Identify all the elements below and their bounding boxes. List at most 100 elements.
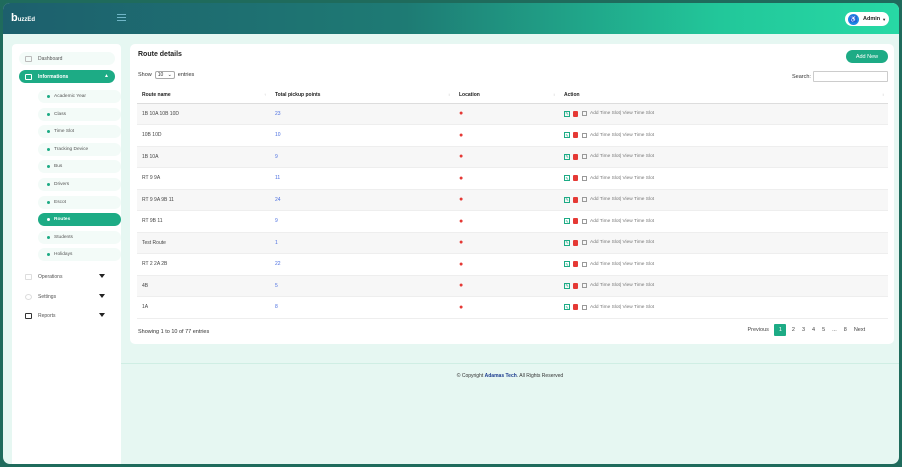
menu-toggle-icon[interactable] <box>117 14 126 21</box>
pickup-count-link[interactable]: 24 <box>270 189 454 211</box>
sidebar-item-settings[interactable]: Settings <box>19 290 115 303</box>
time-slot-links[interactable]: Add Time Slot| View Time Slot <box>590 111 654 116</box>
pagination-previous-button[interactable]: Previous <box>748 327 769 333</box>
time-slot-links[interactable]: Add Time Slot| View Time Slot <box>590 262 654 267</box>
location-pin-icon[interactable]: ● <box>459 153 463 160</box>
sidebar-item-dashboard[interactable]: Dashboard <box>19 52 115 65</box>
pagination-page-button[interactable]: 4 <box>812 327 815 333</box>
location-pin-icon[interactable]: ● <box>459 282 463 289</box>
location-pin-icon[interactable]: ● <box>459 175 463 182</box>
location-pin-icon[interactable]: ● <box>459 218 463 225</box>
pickup-count-link[interactable]: 1 <box>270 232 454 254</box>
sidebar-subitem-holidays[interactable]: Holidays <box>38 248 121 262</box>
sidebar-item-informations[interactable]: Informations ▲ <box>19 70 115 83</box>
sidebar-subitem-label: Tracking Device <box>54 146 89 152</box>
sidebar-subitem-class[interactable]: Class <box>38 107 121 121</box>
sidebar-subitem-routes[interactable]: Routes <box>38 213 121 227</box>
sidebar-subitem-label: Class <box>54 111 66 117</box>
edit-icon[interactable]: ✎ <box>564 175 570 182</box>
logo[interactable]: b uzzEd <box>11 12 35 24</box>
edit-icon[interactable]: ✎ <box>564 261 570 268</box>
trash-icon[interactable] <box>573 175 578 182</box>
sidebar-subitem-label: Routes <box>54 217 71 223</box>
time-slot-links[interactable]: Add Time Slot| View Time Slot <box>590 154 654 159</box>
sidebar-subitem-drivers[interactable]: Drivers <box>38 178 121 191</box>
edit-icon[interactable]: ✎ <box>564 218 570 225</box>
location-pin-icon[interactable]: ● <box>459 132 463 139</box>
sidebar-subitem-label: Drivers <box>54 182 70 187</box>
trash-icon[interactable] <box>573 153 578 160</box>
sidebar-subitem-tracking-device[interactable]: Tracking Device <box>38 142 121 156</box>
edit-icon[interactable]: ✎ <box>564 196 570 203</box>
entries-select[interactable]: 10 ⌄ <box>154 71 175 79</box>
pagination: Previous 1 2 3 4 5... 8 Next <box>744 324 869 336</box>
sidebar-subitem-bus[interactable]: Bus <box>38 160 121 174</box>
column-header-total-pickup-points[interactable]: Total pickup points ↕ <box>270 88 454 104</box>
action-cell: ✎ Add Time Slot| View Time Slot <box>559 275 888 297</box>
trash-icon[interactable] <box>573 110 578 117</box>
pickup-count-link[interactable]: 9 <box>270 210 454 233</box>
pickup-count-link[interactable]: 23 <box>270 103 454 125</box>
time-slot-links[interactable]: Add Time Slot| View Time Slot <box>590 240 654 245</box>
trash-icon[interactable] <box>573 218 578 225</box>
company-name[interactable]: Adamas Tech <box>485 373 517 379</box>
sidebar-item-reports[interactable]: Reports <box>19 309 115 322</box>
pickup-count-link[interactable]: 22 <box>270 253 454 276</box>
pagination-page-button[interactable]: 3 <box>802 327 805 333</box>
add-new-button[interactable]: Add New <box>846 50 888 63</box>
pagination-page-button[interactable]: ... <box>832 327 837 333</box>
time-slot-links[interactable]: Add Time Slot| View Time Slot <box>590 305 654 310</box>
edit-icon[interactable]: ✎ <box>564 304 570 311</box>
pickup-count-link[interactable]: 5 <box>270 275 454 297</box>
pagination-page-button[interactable]: 8 <box>844 327 847 333</box>
edit-icon[interactable]: ✎ <box>564 239 570 246</box>
pickup-count-link[interactable]: 11 <box>270 167 454 190</box>
location-pin-icon[interactable]: ● <box>459 239 463 246</box>
pagination-page-button[interactable]: 2 <box>792 327 795 333</box>
location-cell: ● <box>454 146 559 168</box>
pagination-page-button[interactable]: 1 <box>774 324 787 336</box>
search-input[interactable] <box>812 71 888 82</box>
trash-icon[interactable] <box>573 304 578 311</box>
clock-icon <box>582 240 587 246</box>
time-slot-links[interactable]: Add Time Slot| View Time Slot <box>590 283 654 288</box>
entries-select-value: 10 <box>157 72 164 78</box>
admin-label: Admin <box>863 16 881 22</box>
sidebar-subitem-academic-year[interactable]: Academic Year <box>38 90 121 103</box>
sidebar-subitem-time-slot[interactable]: Time Slot <box>38 125 121 139</box>
pagination-next-button[interactable]: Next <box>854 327 865 333</box>
trash-icon[interactable] <box>573 132 578 139</box>
location-pin-icon[interactable]: ● <box>459 196 463 203</box>
pagination-page-button[interactable]: 5 <box>822 327 825 333</box>
time-slot-links[interactable]: Add Time Slot| View Time Slot <box>590 197 654 202</box>
clock-icon <box>582 197 587 203</box>
trash-icon[interactable] <box>573 282 578 289</box>
sidebar-subitem-escot[interactable]: Escot <box>38 195 121 209</box>
clock-icon <box>582 283 587 289</box>
sidebar-item-operations[interactable]: Operations <box>19 270 115 283</box>
admin-menu-button[interactable]: ♿ Admin ▼ <box>845 12 889 26</box>
pickup-count-link[interactable]: 8 <box>270 296 454 319</box>
time-slot-links[interactable]: Add Time Slot| View Time Slot <box>590 176 654 181</box>
location-pin-icon[interactable]: ● <box>459 110 463 117</box>
sidebar-subitem-label: Students <box>54 234 73 240</box>
time-slot-links[interactable]: Add Time Slot| View Time Slot <box>590 219 654 224</box>
edit-icon[interactable]: ✎ <box>564 282 570 289</box>
route-name-cell: 1B 10A <box>137 146 270 168</box>
trash-icon[interactable] <box>573 196 578 203</box>
trash-icon[interactable] <box>573 239 578 246</box>
edit-icon[interactable]: ✎ <box>564 132 570 139</box>
pickup-count-link[interactable]: 10 <box>270 124 454 147</box>
edit-icon[interactable]: ✎ <box>564 110 570 117</box>
table-row: 1A 8 ● ✎ Add Time Slot| View Time Slot <box>137 296 888 319</box>
sidebar-subitem-students[interactable]: Students <box>38 230 121 244</box>
pickup-count-link[interactable]: 9 <box>270 146 454 168</box>
trash-icon[interactable] <box>573 261 578 268</box>
column-header-location[interactable]: Location ↕ <box>454 88 559 104</box>
column-header-action[interactable]: Action ↕ <box>559 88 888 104</box>
edit-icon[interactable]: ✎ <box>564 153 570 160</box>
time-slot-links[interactable]: Add Time Slot| View Time Slot <box>590 133 654 138</box>
column-header-route-name[interactable]: Route name ↑ <box>137 88 270 104</box>
location-pin-icon[interactable]: ● <box>459 261 463 268</box>
location-pin-icon[interactable]: ● <box>459 304 463 311</box>
